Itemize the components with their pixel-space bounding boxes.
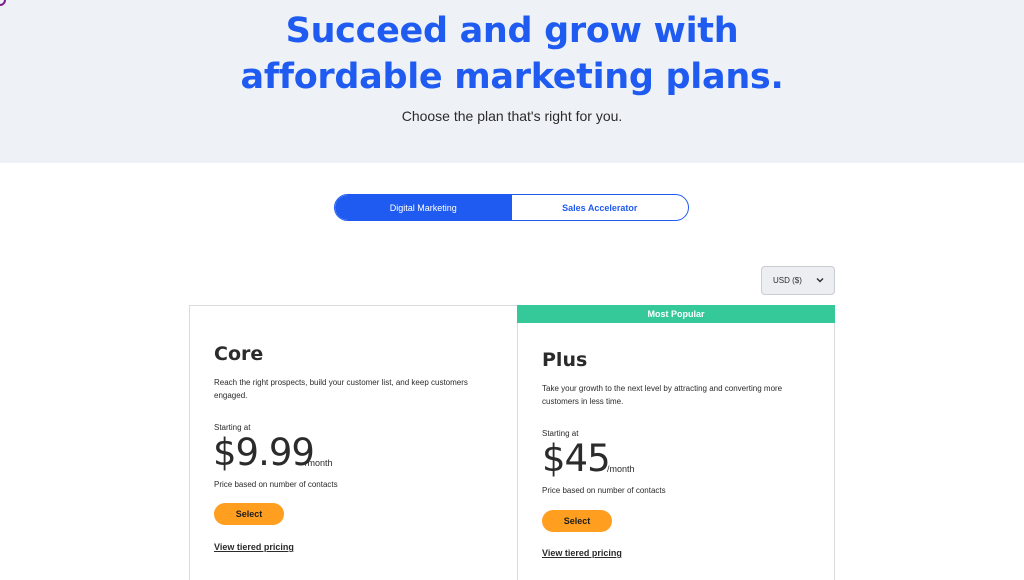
product-toggle: Digital Marketing Sales Accelerator bbox=[334, 194, 689, 221]
view-tiered-pricing-link[interactable]: View tiered pricing bbox=[214, 542, 294, 552]
plan-name: Plus bbox=[542, 349, 588, 371]
plan-name: Core bbox=[214, 343, 264, 365]
price-note: Price based on number of contacts bbox=[214, 480, 338, 489]
view-tiered-pricing-link[interactable]: View tiered pricing bbox=[542, 548, 622, 558]
price-period: /month bbox=[305, 458, 333, 468]
select-core-button[interactable]: Select bbox=[214, 503, 284, 525]
currency-select-value: USD ($) bbox=[773, 276, 802, 285]
currency-select[interactable]: USD ($) bbox=[761, 266, 835, 295]
plan-description: Reach the right prospects, build your cu… bbox=[214, 378, 468, 400]
plan-description: Take your growth to the next level by at… bbox=[542, 384, 783, 406]
page-title-line-1: Succeed and grow with bbox=[285, 11, 739, 51]
price-note: Price based on number of contacts bbox=[542, 486, 666, 495]
most-popular-badge: Most Popular bbox=[517, 305, 835, 323]
plan-price: $9.99 bbox=[213, 431, 315, 474]
select-plus-button[interactable]: Select bbox=[542, 510, 612, 532]
hero-section: Succeed and grow with affordable marketi… bbox=[0, 0, 1024, 163]
tab-sales-accelerator[interactable]: Sales Accelerator bbox=[512, 195, 689, 220]
corner-mark-icon bbox=[0, 0, 6, 6]
price-period: /month bbox=[607, 464, 635, 474]
page-title-line-2: affordable marketing plans. bbox=[240, 57, 784, 97]
page-title: Succeed and grow with affordable marketi… bbox=[0, 8, 1024, 100]
page-subtitle: Choose the plan that's right for you. bbox=[401, 108, 623, 124]
chevron-down-icon bbox=[816, 278, 824, 283]
plan-price: $45 bbox=[542, 437, 611, 480]
tab-digital-marketing[interactable]: Digital Marketing bbox=[335, 195, 512, 220]
